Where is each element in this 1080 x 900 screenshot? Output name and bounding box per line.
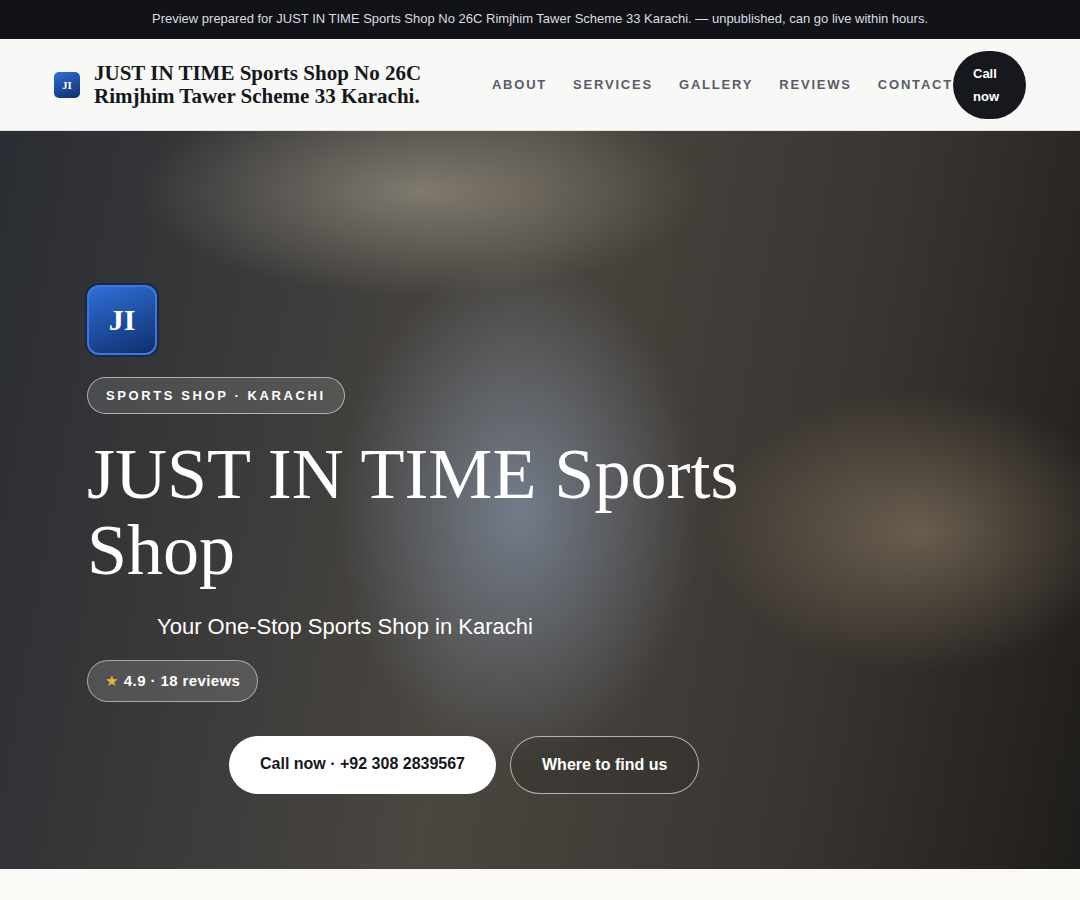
logo-icon: JI	[54, 72, 80, 98]
hero-content: JI SPORTS SHOP · KARACHI JUST IN TIME Spor…	[0, 131, 1080, 794]
site-title: JUST IN TIME Sports Shop No 26C Rimjhim …	[94, 62, 464, 108]
nav-link[interactable]: REVIEWS	[779, 77, 852, 92]
directions-button[interactable]: Where to find us	[510, 736, 699, 794]
hero: JI SPORTS SHOP · KARACHI JUST IN TIME Spor…	[0, 131, 1080, 869]
hero-subtitle: Your One-Stop Sports Shop in Karachi	[157, 614, 533, 640]
main-nav: ABOUT SERVICES GALLERY REVIEWS CONTACT	[492, 77, 953, 92]
rating-text: 4.9 · 18 reviews	[124, 672, 240, 690]
nav-area: ABOUT SERVICES GALLERY REVIEWS CONTACTCall n…	[492, 51, 1026, 119]
call-button[interactable]: Call now · +92 308 2839567	[229, 736, 496, 794]
nav-link[interactable]: CONTACT	[878, 77, 953, 92]
nav-link[interactable]: GALLERY	[679, 77, 753, 92]
logo-icon: JI	[87, 285, 157, 355]
preview-banner: Preview prepared for JUST IN TIME Sports…	[0, 0, 1080, 39]
rating-badge: ★ 4.9 · 18 reviews	[87, 660, 258, 702]
site-header: JI JUST IN TIME Sports Shop No 26C Rimjhi…	[0, 39, 1080, 131]
hero-buttons: Call now · +92 308 2839567Where to find …	[229, 736, 699, 794]
hero-title: JUST IN TIME Sports Shop	[87, 436, 787, 588]
call-now-button[interactable]: Call now	[953, 51, 1026, 119]
nav-link[interactable]: ABOUT	[492, 77, 547, 92]
category-tag: SPORTS SHOP · KARACHI	[87, 377, 345, 414]
nav-link[interactable]: SERVICES	[573, 77, 653, 92]
brand[interactable]: JI JUST IN TIME Sports Shop No 26C Rimjhi…	[54, 62, 464, 108]
star-icon: ★	[105, 672, 119, 690]
